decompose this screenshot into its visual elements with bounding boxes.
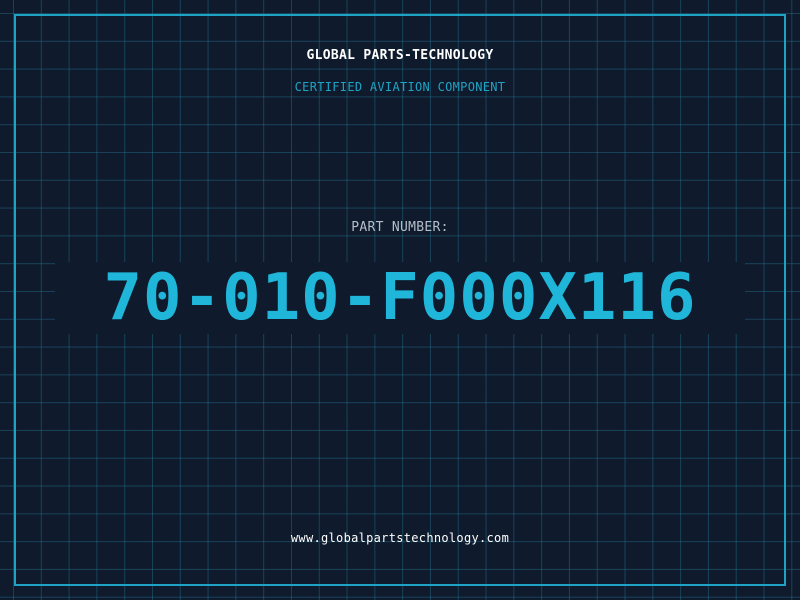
certification-subtitle: CERTIFIED AVIATION COMPONENT <box>294 80 506 94</box>
website-url: www.globalpartstechnology.com <box>290 531 510 545</box>
part-number-panel: 70-010-F000X116 <box>55 262 745 334</box>
part-number-label: PART NUMBER: <box>351 220 449 235</box>
part-number-value: 70-010-F000X116 <box>103 261 697 335</box>
company-name: GLOBAL PARTS-TECHNOLOGY <box>306 48 494 63</box>
